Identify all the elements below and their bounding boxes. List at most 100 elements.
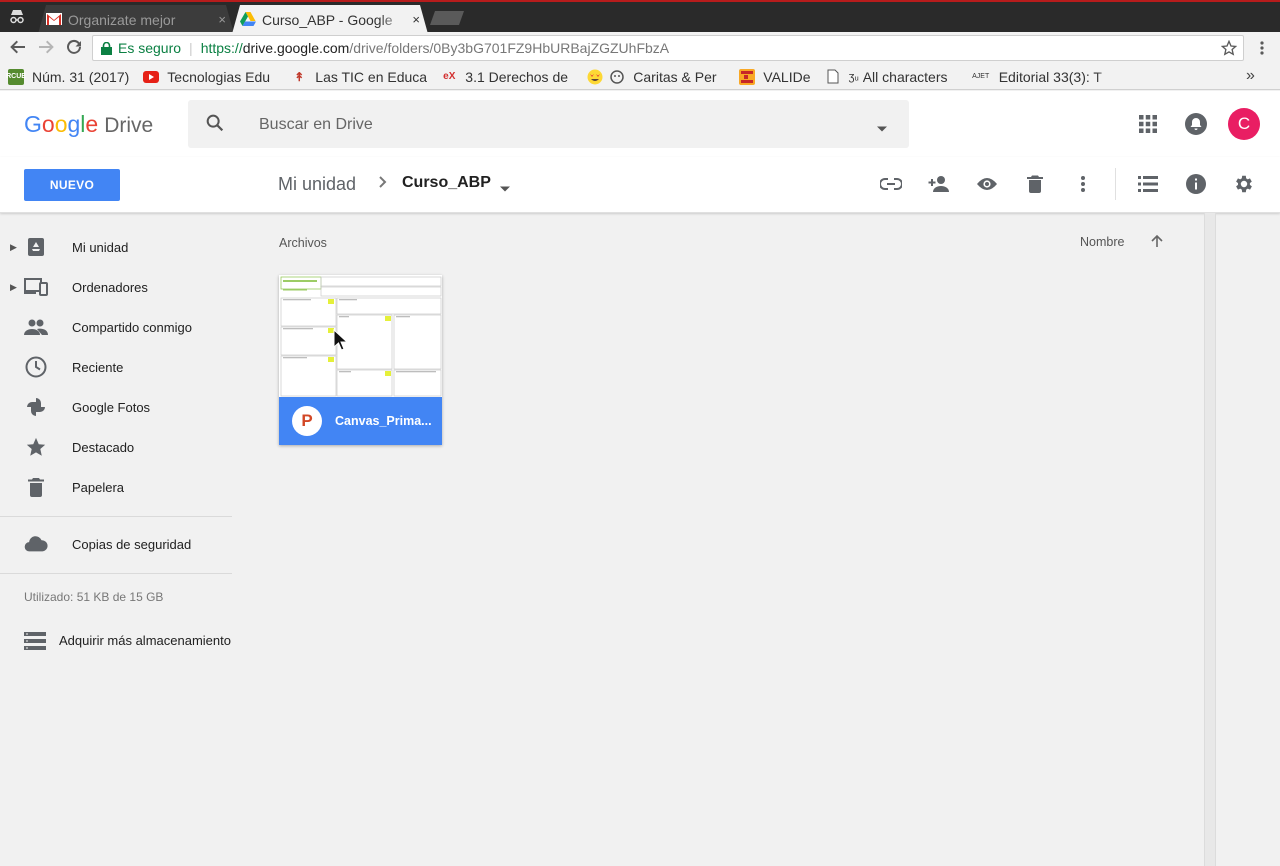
breadcrumb-root[interactable]: Mi unidad <box>278 174 356 195</box>
tab-title: Organizate mejor <box>68 11 176 28</box>
more-actions-icon[interactable] <box>1071 172 1095 196</box>
back-icon[interactable] <box>8 38 28 58</box>
unicode-glyph-icon: ʒᵤ <box>848 70 859 83</box>
expand-caret-icon[interactable]: ▶ <box>10 282 17 293</box>
bookmark-label: Las TIC en Educa <box>315 68 428 85</box>
tab-close-icon[interactable]: × <box>412 12 420 27</box>
buy-storage-link[interactable]: Adquirir más almacenamiento <box>59 633 231 648</box>
list-view-icon[interactable] <box>1136 172 1160 196</box>
drive-icon <box>240 12 256 28</box>
url-host: drive.google.com <box>242 40 350 56</box>
valide-icon <box>739 68 756 85</box>
logo-letter: g <box>67 111 81 137</box>
bookmark-item[interactable]: Caritas & Per <box>587 69 725 85</box>
sidebar-divider <box>0 516 232 517</box>
tab-gmail[interactable]: Organizate mejor × <box>38 5 234 34</box>
search-options-dropdown-icon[interactable] <box>876 120 888 138</box>
link-icon[interactable] <box>879 172 903 196</box>
rcue-icon: RCUE <box>6 68 26 85</box>
sidebar-item-backups[interactable]: Copias de seguridad <box>0 524 240 564</box>
bookmark-item[interactable]: Tecnologias Edu <box>143 69 277 85</box>
logo-letter: o <box>54 111 68 137</box>
tab-close-icon[interactable]: × <box>218 12 226 27</box>
sidebar-item-label: Ordenadores <box>72 279 148 295</box>
files-section-label: Archivos <box>279 236 327 250</box>
breadcrumb-current[interactable]: Curso_ABP <box>402 174 491 192</box>
storage-usage-text: Utilizado: 51 KB de 15 GB <box>24 590 164 604</box>
file-thumbnail <box>279 275 442 397</box>
bookmark-star-icon[interactable] <box>1220 39 1238 59</box>
url-path: /drive/folders/0By3bG701FZ9HbURBajZGZUhF… <box>349 40 670 56</box>
bookmark-label: Editorial 33(3): T <box>998 68 1102 85</box>
clock-icon <box>24 355 48 379</box>
powerpoint-file-icon: P <box>292 406 322 436</box>
sidebar-item-shared[interactable]: Compartido conmigo <box>0 307 240 347</box>
tab-title: Curso_ABP - Google <box>262 11 393 28</box>
delete-trash-icon[interactable] <box>1023 172 1047 196</box>
computers-icon <box>24 275 48 299</box>
sidebar-item-computers[interactable]: ▶ Ordenadores <box>0 267 240 307</box>
apps-grid-icon[interactable] <box>1138 114 1158 139</box>
sort-by-name[interactable]: Nombre <box>1080 235 1124 249</box>
google-drive-logo[interactable]: Google Drive <box>24 111 153 138</box>
breadcrumb-chevron-icon <box>377 173 389 196</box>
bookmark-label: All characters <box>862 68 948 85</box>
bookmark-label: VALIDe <box>763 68 811 85</box>
sidebar-item-label: Compartido conmigo <box>72 319 192 335</box>
page-icon <box>825 69 841 85</box>
bookmark-item[interactable]: RCUE Núm. 31 (2017) <box>6 68 129 85</box>
mouse-cursor-icon <box>333 328 349 356</box>
sidebar-item-label: Google Fotos <box>72 399 151 415</box>
settings-gear-icon[interactable] <box>1232 172 1256 196</box>
search-input[interactable]: Buscar en Drive <box>259 116 373 134</box>
add-person-icon[interactable] <box>927 172 951 196</box>
notifications-bell-icon[interactable] <box>1184 112 1208 141</box>
address-separator: | <box>189 40 193 56</box>
youtube-icon <box>143 69 160 85</box>
sidebar-item-starred[interactable]: Destacado <box>0 427 240 467</box>
my-drive-icon <box>24 235 48 259</box>
sidebar-item-label: Reciente <box>72 359 124 375</box>
preview-eye-icon[interactable] <box>975 172 999 196</box>
tab-drive[interactable]: Curso_ABP - Google × <box>232 5 428 34</box>
bookmark-label: 3.1 Derechos de <box>465 68 569 85</box>
ajet-icon: AJET <box>972 73 990 80</box>
bookmark-item[interactable]: AJET Editorial 33(3): T <box>971 69 1113 85</box>
search-icon[interactable] <box>204 112 226 139</box>
sort-ascending-arrow-icon[interactable] <box>1150 234 1164 253</box>
reload-icon[interactable] <box>64 38 84 58</box>
sidebar-divider <box>0 573 232 574</box>
new-tab-button[interactable] <box>430 11 464 25</box>
address-bar[interactable]: Es seguro | https:// drive.google.com /d… <box>92 35 1244 61</box>
logo-letter: o <box>41 111 55 137</box>
bookmark-item[interactable]: ʒᵤ All characters <box>825 69 957 85</box>
incognito-icon <box>8 8 26 26</box>
sidebar-item-recent[interactable]: Reciente <box>0 347 240 387</box>
folder-menu-dropdown-icon[interactable] <box>499 180 511 198</box>
browser-menu-icon[interactable] <box>1256 40 1268 56</box>
bookmark-item[interactable]: VALIDe <box>739 68 811 85</box>
more-bookmarks-icon[interactable]: » <box>1246 67 1255 85</box>
sidebar-item-label: Destacado <box>72 439 135 455</box>
bookmark-item[interactable]: ↟ Las TIC en Educa <box>291 69 427 85</box>
toolbar-divider <box>1115 168 1116 200</box>
sidebar-item-my-drive[interactable]: ▶ Mi unidad <box>0 227 240 267</box>
new-button[interactable]: NUEVO <box>24 169 120 201</box>
edx-icon: eX <box>443 71 456 82</box>
forward-icon[interactable] <box>36 38 56 58</box>
tic-icon: ↟ <box>294 69 305 84</box>
shared-people-icon <box>24 315 48 339</box>
info-icon[interactable] <box>1184 172 1208 196</box>
file-card-footer: P Canvas_Prima... <box>279 397 442 445</box>
bookmark-label: Caritas & Per <box>633 68 717 85</box>
caritas-icon <box>609 69 625 85</box>
bookmark-item[interactable]: eX 3.1 Derechos de <box>441 69 573 85</box>
sidebar-item-trash[interactable]: Papelera <box>0 467 240 507</box>
expand-caret-icon[interactable]: ▶ <box>10 242 17 253</box>
lock-icon <box>101 41 112 55</box>
sidebar-item-label: Copias de seguridad <box>72 536 192 552</box>
file-card[interactable]: P Canvas_Prima... <box>279 275 442 445</box>
bookmarks-bar: RCUE Núm. 31 (2017) Tecnologias Edu ↟ La… <box>0 64 1280 90</box>
avatar[interactable]: C <box>1228 108 1260 140</box>
sidebar-item-photos[interactable]: Google Fotos <box>0 387 240 427</box>
